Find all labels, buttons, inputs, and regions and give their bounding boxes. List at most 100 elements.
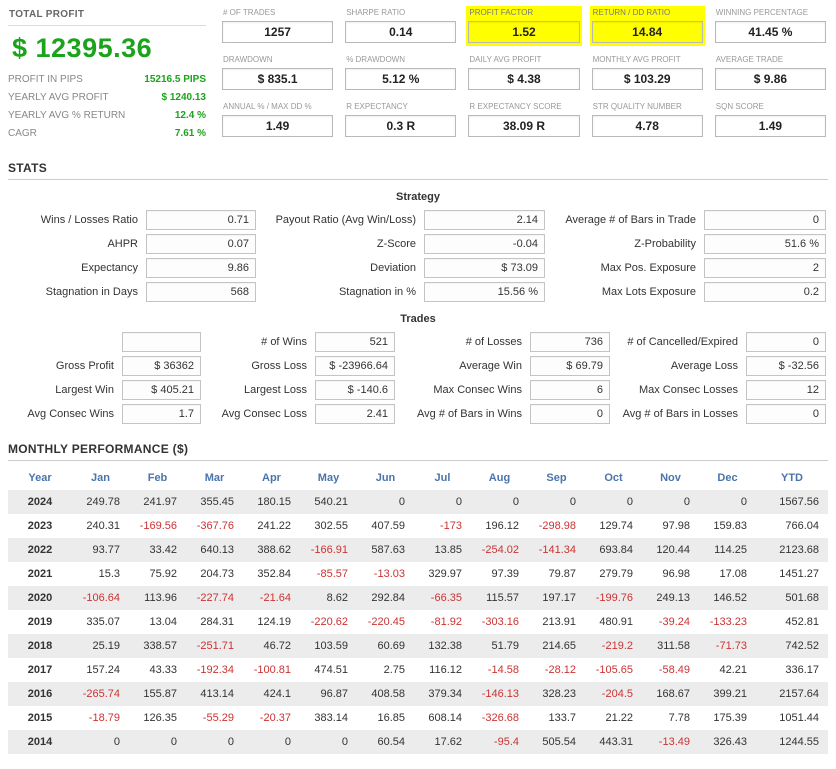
monthly-value-cell: 129.74 — [599, 520, 633, 532]
monthly-value-cell: -204.5 — [601, 688, 633, 700]
stat-value-box — [122, 332, 201, 352]
metric-cell: RETURN / DD RATIO 14.84 — [589, 6, 705, 46]
monthly-value-cell: -55.29 — [202, 712, 234, 724]
summary-row-value: 12.4 % — [174, 110, 206, 121]
monthly-value-cell: 113.96 — [144, 592, 177, 604]
metric-label: R EXPECTANCY — [346, 102, 408, 111]
metrics-grid: # OF TRADES 1257 SHARPE RATIO 0.14 PROFIT FA… — [220, 6, 828, 140]
stat-value-box: $ 36362 — [122, 356, 201, 376]
stat-label: Z-Score — [376, 238, 416, 250]
monthly-col-header: YTD — [781, 471, 803, 484]
monthly-value-cell: 79.87 — [548, 568, 576, 580]
monthly-year-cell: 2022 — [27, 544, 53, 556]
total-profit-label: TOTAL PROFIT — [8, 6, 206, 26]
stat-label: Avg # of Bars in Losses — [622, 408, 738, 420]
metric-value-box: 5.12 % — [345, 68, 457, 90]
stat-label: Z-Probability — [634, 238, 696, 250]
metric-cell: R EXPECTANCY 0.3 R — [343, 100, 458, 140]
summary-row: YEARLY AVG % RETURN 12.4 % — [8, 110, 206, 121]
metric-value-box: 4.78 — [591, 115, 703, 137]
monthly-value-cell: 352.84 — [257, 568, 291, 580]
monthly-year-cell: 2020 — [27, 592, 53, 604]
monthly-value-cell: 75.92 — [149, 568, 177, 580]
monthly-value-cell: -58.49 — [658, 664, 690, 676]
monthly-value-cell: -219.2 — [601, 640, 633, 652]
stat-value-box: 2.14 — [424, 210, 545, 230]
stat-label: Stagnation in Days — [45, 286, 138, 298]
monthly-value-cell: 0 — [227, 736, 234, 748]
monthly-value-cell: -13.49 — [658, 736, 690, 748]
stat-value-box: 0 — [746, 404, 826, 424]
stat-value-box: $ 405.21 — [122, 380, 201, 400]
stat-value-box: 568 — [146, 282, 256, 302]
monthly-year-cell: 2017 — [27, 664, 53, 676]
monthly-row: 2016 -265.74 155.87 413.14 424.1 96.87 408.58 3… — [8, 682, 828, 706]
metric-cell: AVERAGE TRADE $ 9.86 — [713, 53, 828, 93]
monthly-value-cell: 114.25 — [714, 544, 747, 556]
monthly-table-head: Year Jan Feb Mar Apr May Jun Jul Aug Sep Oct Nov Dec… — [8, 465, 828, 490]
stat-value-box: 0 — [530, 404, 610, 424]
monthly-value-cell: -85.57 — [316, 568, 348, 580]
monthly-col-header: Year — [28, 471, 52, 484]
monthly-value-cell: 126.35 — [143, 712, 177, 724]
metric-label: PROFIT FACTOR — [469, 8, 534, 17]
monthly-value-cell: 0 — [626, 496, 633, 508]
monthly-value-cell: -227.74 — [196, 592, 234, 604]
monthly-value-cell: 1451.27 — [779, 568, 819, 580]
metric-value-box: $ 9.86 — [714, 68, 826, 90]
monthly-value-cell: 443.31 — [599, 736, 633, 748]
metric-value-box: $ 4.38 — [468, 68, 580, 90]
monthly-value-cell: 180.15 — [257, 496, 291, 508]
monthly-value-cell: -141.34 — [538, 544, 576, 556]
stat-label: Average # of Bars in Trade — [565, 214, 696, 226]
monthly-header-row: Year Jan Feb Mar Apr May Jun Jul Aug Sep Oct Nov Dec… — [8, 465, 828, 490]
stat-label: # of Cancelled/Expired — [627, 336, 738, 348]
monthly-value-cell: 124.19 — [257, 616, 291, 628]
metric-cell: DRAWDOWN $ 835.1 — [220, 53, 335, 93]
monthly-value-cell: 452.81 — [785, 616, 819, 628]
monthly-value-cell: 2157.64 — [779, 688, 819, 700]
monthly-value-cell: 413.14 — [200, 688, 234, 700]
stat-label: Max Consec Wins — [433, 384, 522, 396]
monthly-value-cell: -298.98 — [538, 520, 576, 532]
monthly-value-cell: 33.42 — [149, 544, 177, 556]
monthly-value-cell: 505.54 — [542, 736, 576, 748]
monthly-value-cell: 157.24 — [86, 664, 120, 676]
monthly-col-header: Aug — [488, 471, 511, 484]
monthly-value-cell: 311.58 — [657, 640, 690, 652]
monthly-value-cell: 60.69 — [377, 640, 405, 652]
monthly-col-header: Mar — [204, 471, 225, 484]
monthly-value-cell: 336.17 — [785, 664, 819, 676]
monthly-value-cell: 0 — [569, 496, 576, 508]
monthly-value-cell: 383.14 — [314, 712, 348, 724]
metric-label: # OF TRADES — [223, 8, 276, 17]
summary-row-label: PROFIT IN PIPS — [8, 74, 83, 85]
metric-label: % DRAWDOWN — [346, 55, 405, 64]
monthly-value-cell: 742.52 — [785, 640, 819, 652]
metric-cell: DAILY AVG PROFIT $ 4.38 — [466, 53, 581, 93]
monthly-value-cell: 43.33 — [149, 664, 177, 676]
monthly-value-cell: 2.75 — [383, 664, 405, 676]
monthly-value-cell: 1567.56 — [779, 496, 819, 508]
stat-label: AHPR — [107, 238, 138, 250]
monthly-value-cell: 766.04 — [785, 520, 819, 532]
monthly-value-cell: -192.34 — [196, 664, 234, 676]
monthly-value-cell: 93.77 — [92, 544, 120, 556]
monthly-value-cell: -173 — [439, 520, 462, 532]
monthly-row: 2015 -18.79 126.35 -55.29 -20.37 383.14 16.85 6… — [8, 706, 828, 730]
metric-label: SHARPE RATIO — [346, 8, 406, 17]
monthly-value-cell: 0 — [170, 736, 177, 748]
monthly-value-cell: 693.84 — [599, 544, 633, 556]
monthly-value-cell: 388.62 — [257, 544, 291, 556]
monthly-value-cell: -106.64 — [82, 592, 120, 604]
monthly-value-cell: 379.34 — [428, 688, 462, 700]
monthly-value-cell: 302.55 — [314, 520, 348, 532]
stat-label: Expectancy — [81, 262, 138, 274]
monthly-value-cell: 501.68 — [785, 592, 819, 604]
stat-value-box: $ -32.56 — [746, 356, 826, 376]
summary-row-label: CAGR — [8, 128, 37, 139]
summary-row-value: $ 1240.13 — [161, 92, 207, 103]
metric-label: RETURN / DD RATIO — [592, 8, 671, 17]
stat-label: Deviation — [370, 262, 416, 274]
monthly-value-cell: 51.79 — [491, 640, 519, 652]
